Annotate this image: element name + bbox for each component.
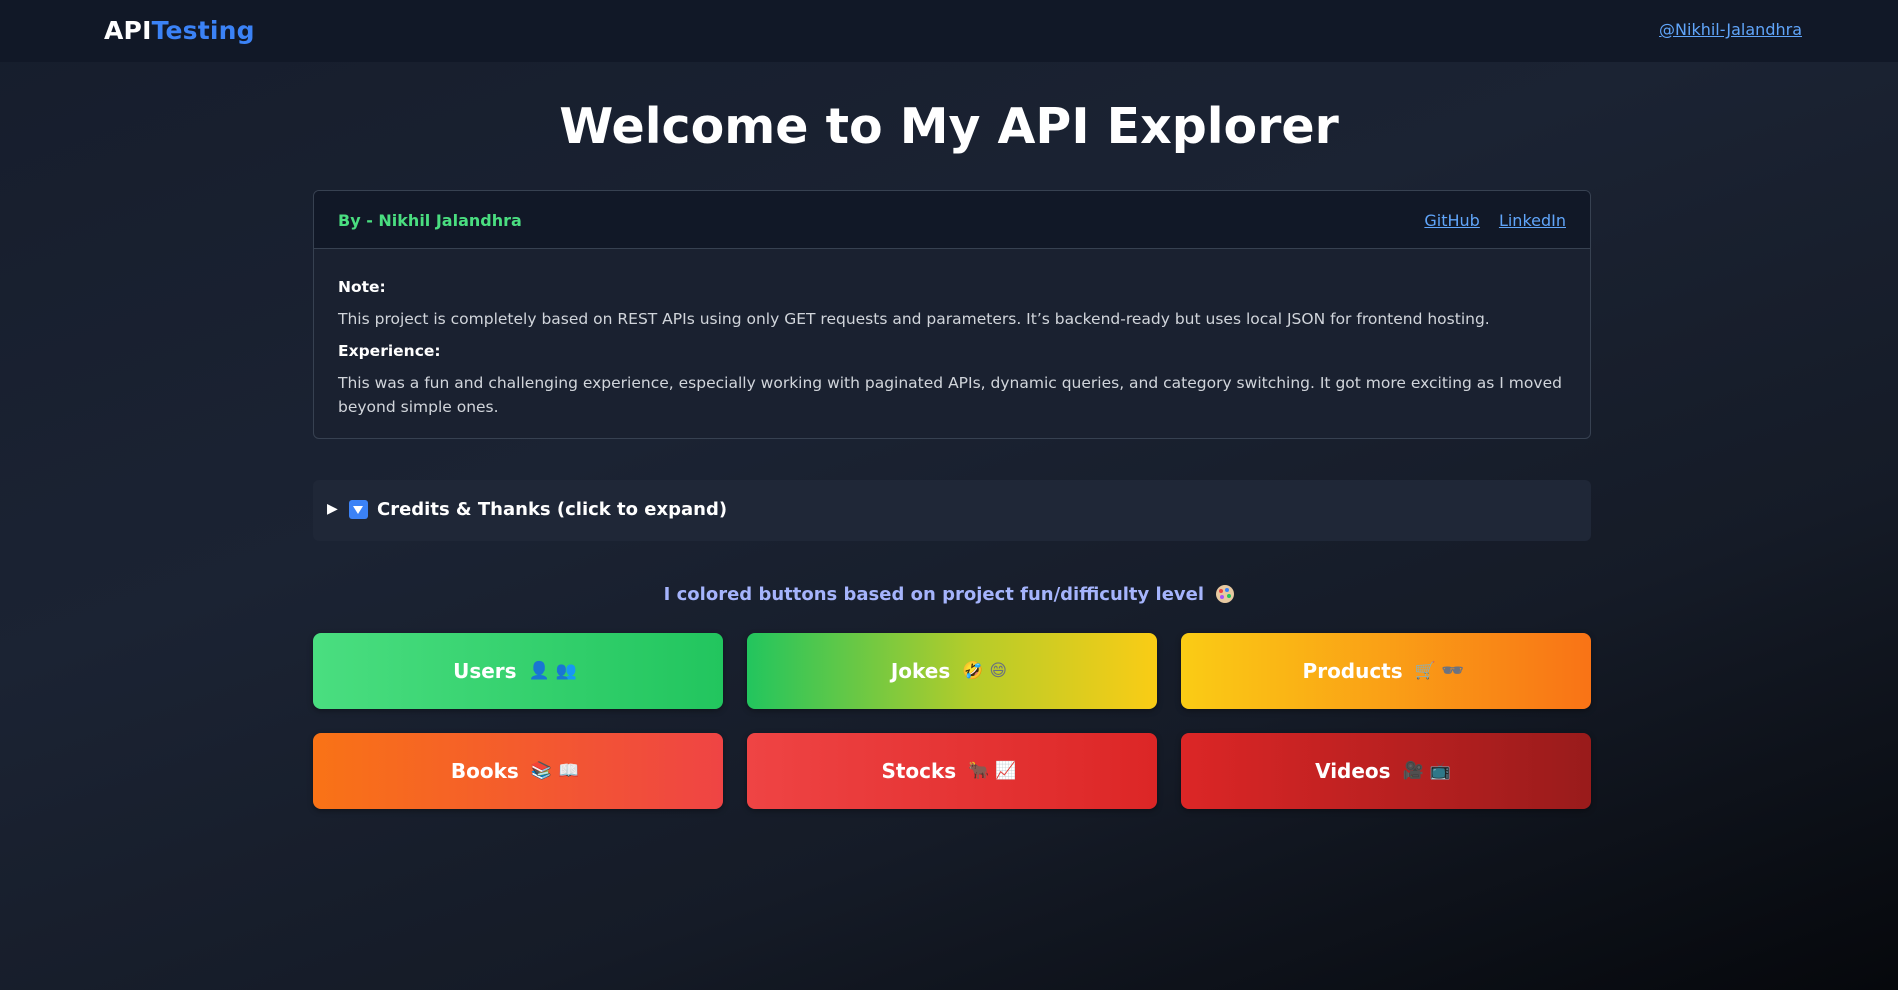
books-label: Books	[450, 759, 519, 783]
logo-testing: Testing	[151, 16, 255, 45]
books-button[interactable]: Books 📚📖	[313, 733, 723, 809]
credits-label: Credits & Thanks (click to expand)	[377, 499, 728, 520]
books-emoji-icon: 📚📖	[530, 761, 586, 781]
hint-text: I colored buttons based on project fun/d…	[663, 584, 1205, 605]
users-label: Users	[453, 659, 517, 683]
logo-api: API	[104, 16, 152, 45]
info-card-body: Note: This project is completely based o…	[314, 249, 1590, 419]
products-label: Products	[1302, 659, 1403, 683]
note-text: This project is completely based on REST…	[338, 310, 1490, 328]
navbar: APITesting @Nikhil-Jalandhra	[0, 0, 1898, 62]
products-button[interactable]: Products 🛒🕶	[1181, 633, 1591, 709]
stocks-emoji-icon: 🐂📈	[968, 761, 1023, 781]
jokes-button[interactable]: Jokes 🤣😄	[747, 633, 1157, 709]
profile-link[interactable]: @Nikhil-Jalandhra	[1659, 20, 1802, 39]
linkedin-link[interactable]: LinkedIn	[1499, 211, 1566, 230]
credits-disclosure[interactable]: ▶ Credits & Thanks (click to expand)	[313, 480, 1591, 541]
disclosure-triangle-icon: ▶	[327, 501, 338, 517]
difficulty-hint: I colored buttons based on project fun/d…	[0, 584, 1898, 605]
products-emoji-icon: 🛒🕶	[1414, 661, 1470, 681]
note-heading: Note:	[338, 278, 386, 296]
page-title: Welcome to My API Explorer	[559, 98, 1339, 155]
down-arrow-button-icon	[349, 500, 368, 519]
videos-button[interactable]: Videos 🎥📺	[1181, 733, 1591, 809]
jokes-label: Jokes	[890, 659, 951, 683]
experience-heading: Experience:	[338, 342, 441, 360]
stocks-label: Stocks	[881, 759, 957, 783]
users-emoji-icon: 👤👥	[528, 661, 583, 681]
info-card: By - Nikhil Jalandhra GitHub LinkedIn No…	[313, 190, 1591, 439]
info-card-header: By - Nikhil Jalandhra GitHub LinkedIn	[314, 191, 1590, 249]
author-name: By - Nikhil Jalandhra	[338, 211, 522, 230]
users-button[interactable]: Users 👤👥	[313, 633, 723, 709]
experience-text: This was a fun and challenging experienc…	[338, 374, 1562, 416]
social-links: GitHub LinkedIn	[1410, 211, 1566, 230]
videos-label: Videos	[1315, 759, 1391, 783]
stocks-button[interactable]: Stocks 🐂📈	[747, 733, 1157, 809]
github-link[interactable]: GitHub	[1424, 211, 1479, 230]
palette-icon	[1216, 585, 1235, 603]
jokes-emoji-icon: 🤣😄	[962, 661, 1014, 681]
videos-emoji-icon: 🎥📺	[1402, 761, 1457, 781]
app-logo[interactable]: APITesting	[104, 16, 255, 45]
